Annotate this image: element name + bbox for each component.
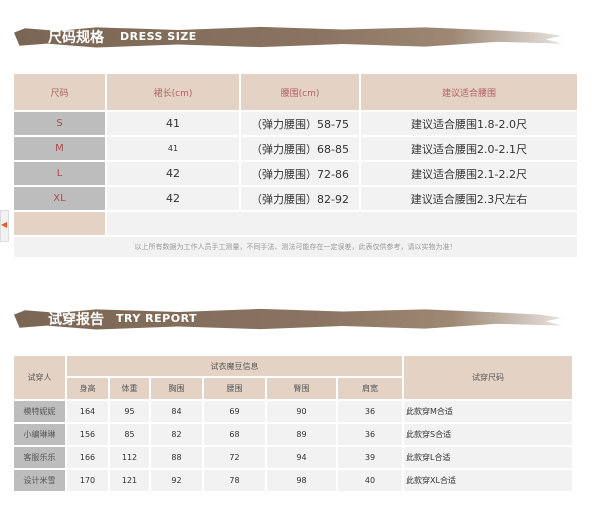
note-row: 以上所有数据为工作人员手工测量，不同手法、测法可能存在一定误差，此表仅供参考，请… <box>14 237 577 257</box>
shoulder-cell: 39 <box>338 447 403 468</box>
waist-cell: （弹力腰围）82-92 <box>241 187 359 210</box>
size-table-header: 尺码 裙长(cm) 腰围(cm) 建议适合腰围 <box>14 74 577 110</box>
header-length: 裙长(cm) <box>107 74 239 110</box>
result-cell: 此款穿L合适 <box>404 447 573 468</box>
size-cell: S <box>14 112 105 135</box>
hip-cell: 90 <box>267 401 336 422</box>
dress-size-banner: 尺码规格 DRESS SIZE <box>14 22 562 52</box>
chest-cell: 88 <box>151 447 202 468</box>
suggest-cell: 建议适合腰围2.3尺左右 <box>361 187 577 210</box>
waist-cell: （弹力腰围）68-85 <box>241 137 359 160</box>
suggest-cell: 建议适合腰围1.8-2.0尺 <box>361 112 577 135</box>
waist-cell: （弹力腰围）72-86 <box>241 162 359 185</box>
shoulder-cell: 36 <box>338 401 403 422</box>
tester-name: 设计米雪 <box>14 470 65 491</box>
header-tester: 试穿人 <box>14 356 65 399</box>
suggest-cell: 建议适合腰围2.0-2.1尺 <box>361 137 577 160</box>
blank-cell <box>14 212 105 235</box>
height-cell: 166 <box>67 447 108 468</box>
weight-cell: 85 <box>110 424 149 445</box>
subheader-waist: 腰围 <box>204 378 265 399</box>
subheader-hip: 臀围 <box>267 378 336 399</box>
suggest-cell: 建议适合腰围2.1-2.2尺 <box>361 162 577 185</box>
try-header-row: 试穿人 试衣魔豆信息 试穿尺码 <box>14 356 573 399</box>
table-row: 模特妮妮 164 95 84 69 90 36 此款穿M合适 <box>14 401 573 422</box>
size-table: 尺码 裙长(cm) 腰围(cm) 建议适合腰围 S 41 （弹力腰围）58-75… <box>12 72 579 259</box>
section-title-en: DRESS SIZE <box>120 30 197 43</box>
tester-name: 小编琳琳 <box>14 424 65 445</box>
result-cell: 此款穿S合适 <box>404 424 573 445</box>
table-row: 小编琳琳 156 85 82 68 89 36 此款穿S合适 <box>14 424 573 445</box>
table-row: 客服乐乐 166 112 88 72 94 39 此款穿L合适 <box>14 447 573 468</box>
subheader-weight: 体重 <box>110 378 149 399</box>
chest-cell: 92 <box>151 470 202 491</box>
subheader-shoulder: 肩宽 <box>338 378 403 399</box>
header-try-size: 试穿尺码 <box>404 356 573 399</box>
result-cell: 此款穿XL合适 <box>404 470 573 491</box>
waist-cell: 69 <box>204 401 265 422</box>
waist-cell: 78 <box>204 470 265 491</box>
shoulder-cell: 40 <box>338 470 403 491</box>
weight-cell: 95 <box>110 401 149 422</box>
height-cell: 156 <box>67 424 108 445</box>
section-title-cn: 尺码规格 <box>48 30 104 46</box>
header-model-info: 试衣魔豆信息 <box>67 356 403 376</box>
waist-cell: 72 <box>204 447 265 468</box>
weight-cell: 121 <box>110 470 149 491</box>
weight-cell: 112 <box>110 447 149 468</box>
hip-cell: 89 <box>267 424 336 445</box>
height-cell: 164 <box>67 401 108 422</box>
size-cell: XL <box>14 187 105 210</box>
length-cell: 41 <box>107 137 239 160</box>
section-title-cn: 试穿报告 <box>48 312 104 328</box>
table-row: S 41 （弹力腰围）58-75 建议适合腰围1.8-2.0尺 <box>14 112 577 135</box>
chest-cell: 84 <box>151 401 202 422</box>
size-cell: L <box>14 162 105 185</box>
header-suggest: 建议适合腰围 <box>361 74 577 110</box>
length-cell: 41 <box>107 112 239 135</box>
table-row: M 41 （弹力腰围）68-85 建议适合腰围2.0-2.1尺 <box>14 137 577 160</box>
result-cell: 此款穿M合适 <box>404 401 573 422</box>
subheader-chest: 胸围 <box>151 378 202 399</box>
chest-cell: 82 <box>151 424 202 445</box>
subheader-height: 身高 <box>67 378 108 399</box>
tester-name: 模特妮妮 <box>14 401 65 422</box>
section-title-en: TRY REPORT <box>116 312 198 325</box>
header-size: 尺码 <box>14 74 105 110</box>
table-row: 设计米雪 170 121 92 78 98 40 此款穿XL合适 <box>14 470 573 491</box>
arrow-left-icon: ◀ <box>1 220 8 229</box>
blank-cell <box>107 212 577 235</box>
height-cell: 170 <box>67 470 108 491</box>
measurement-note: 以上所有数据为工作人员手工测量，不同手法、测法可能存在一定误差，此表仅供参考，请… <box>14 237 577 257</box>
try-report-banner: 试穿报告 TRY REPORT <box>14 304 562 334</box>
tester-name: 客服乐乐 <box>14 447 65 468</box>
length-cell: 42 <box>107 162 239 185</box>
blank-row <box>14 212 577 235</box>
header-waist: 腰围(cm) <box>241 74 359 110</box>
size-cell: M <box>14 137 105 160</box>
table-row: XL 42 （弹力腰围）82-92 建议适合腰围2.3尺左右 <box>14 187 577 210</box>
try-report-table: 试穿人 试衣魔豆信息 试穿尺码 身高 体重 胸围 腰围 臀围 肩宽 模特妮妮 1… <box>12 354 574 493</box>
shoulder-cell: 36 <box>338 424 403 445</box>
hip-cell: 94 <box>267 447 336 468</box>
hip-cell: 98 <box>267 470 336 491</box>
length-cell: 42 <box>107 187 239 210</box>
waist-cell: 68 <box>204 424 265 445</box>
table-row: L 42 （弹力腰围）72-86 建议适合腰围2.1-2.2尺 <box>14 162 577 185</box>
waist-cell: （弹力腰围）58-75 <box>241 112 359 135</box>
side-collapse-tab[interactable]: ◀ <box>0 210 9 242</box>
